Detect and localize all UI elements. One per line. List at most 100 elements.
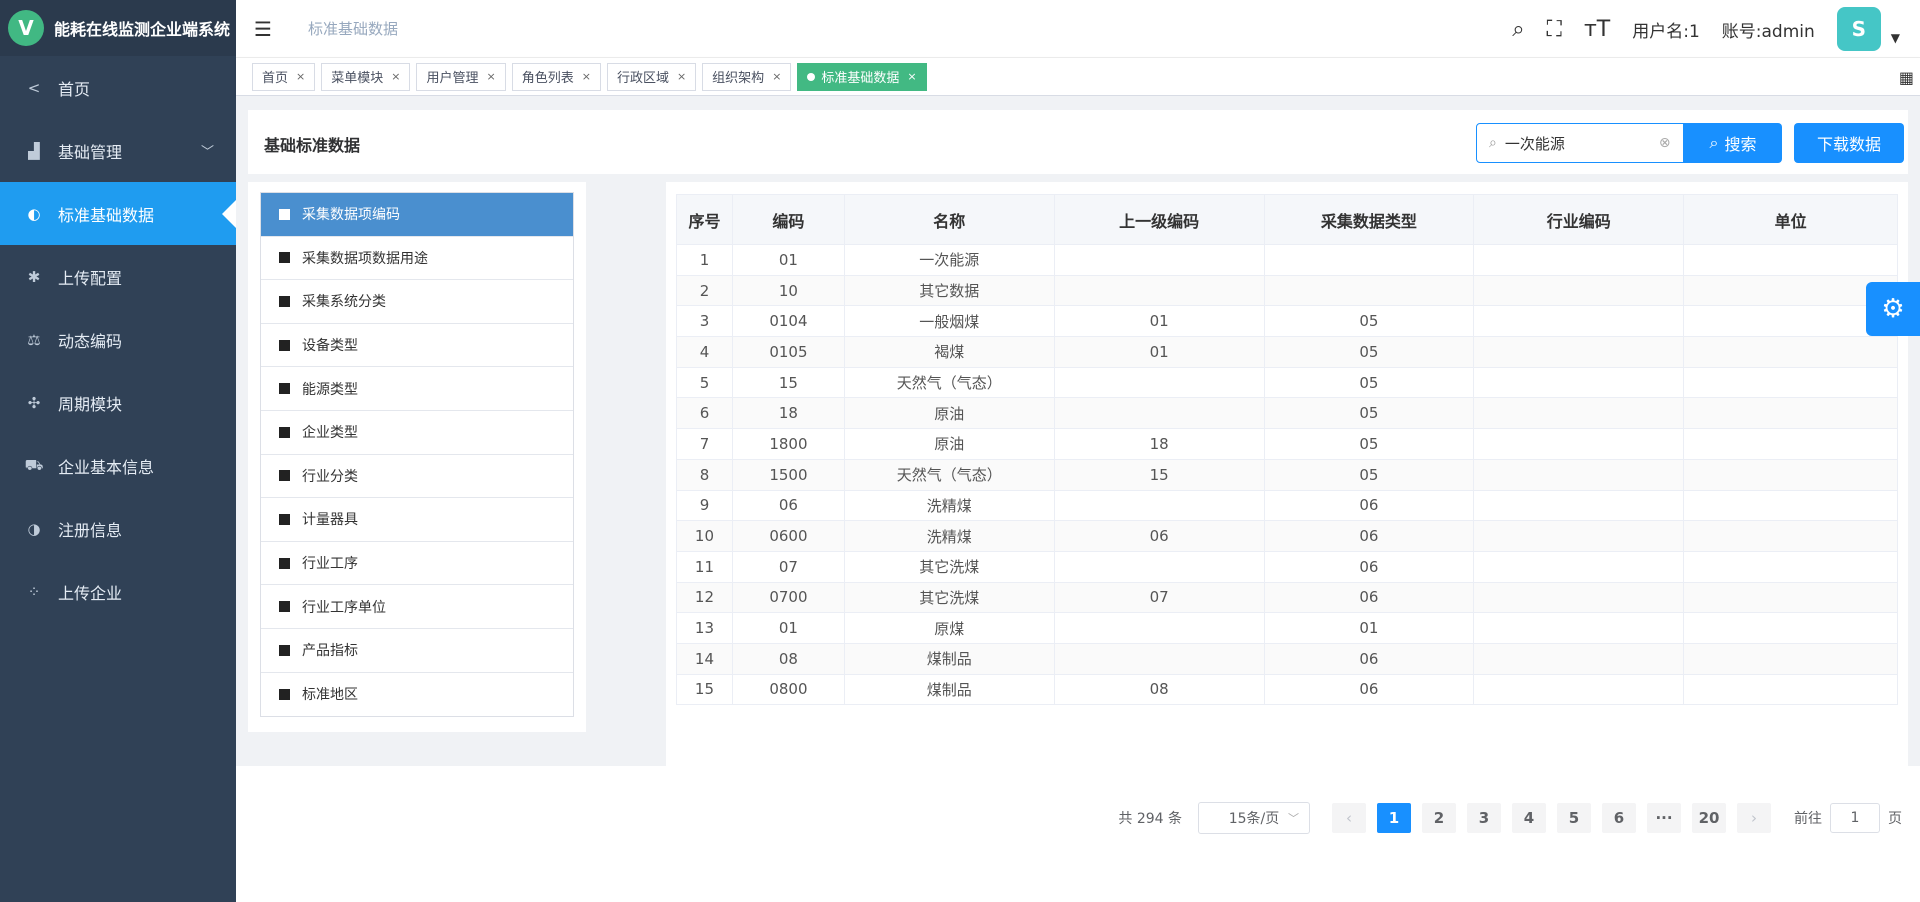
search-box[interactable]: ⌕ ⊗: [1476, 123, 1684, 163]
table-cell: [1683, 458, 1898, 491]
sidebar-item-registration[interactable]: ◑ 注册信息: [0, 497, 236, 560]
table-cell: [1473, 642, 1685, 675]
hamburger-icon[interactable]: ☰: [254, 17, 278, 41]
table-cell: 01: [731, 612, 845, 644]
grid-icon[interactable]: ▦: [1899, 68, 1914, 87]
table-cell: [1473, 305, 1685, 338]
category-item[interactable]: 产品指标: [261, 629, 573, 673]
column-header[interactable]: 序号: [676, 194, 733, 245]
tag-user-management[interactable]: 用户管理 ×: [416, 62, 506, 91]
tag-role-list[interactable]: 角色列表 ×: [511, 62, 601, 91]
category-item[interactable]: 标准地区: [261, 673, 573, 717]
table-cell: 06: [1263, 642, 1475, 675]
table-row[interactable]: 15 0800 煤制品 08 06: [676, 673, 1898, 706]
table-row[interactable]: 7 1800 原油 18 05: [676, 428, 1898, 460]
category-item[interactable]: 采集数据项数据用途: [261, 237, 573, 281]
table-row[interactable]: 1 01 一次能源: [676, 244, 1898, 276]
column-header[interactable]: 采集数据类型: [1263, 194, 1475, 245]
font-size-icon[interactable]: ᴛT: [1584, 17, 1610, 42]
table-cell: [1263, 274, 1475, 307]
page-button[interactable]: ···: [1647, 803, 1681, 833]
table-cell: 06: [1263, 520, 1475, 552]
table-row[interactable]: 11 07 其它洗煤 06: [676, 550, 1898, 583]
page-size-select[interactable]: 15条/页 ﹀: [1198, 802, 1310, 834]
table-row[interactable]: 4 0105 褐煤 01 05: [676, 336, 1898, 368]
page-button[interactable]: 6: [1602, 803, 1636, 833]
sidebar-item-standard-data[interactable]: ◐ 标准基础数据: [0, 182, 236, 245]
category-item[interactable]: 行业工序: [261, 542, 573, 586]
chart-area-icon: ▟: [28, 141, 40, 160]
tag-menu-module[interactable]: 菜单模块 ×: [321, 62, 411, 91]
download-button[interactable]: 下载数据: [1794, 123, 1904, 163]
search-button[interactable]: ⌕ 搜索: [1684, 123, 1782, 163]
search-icon: ⌕: [1709, 133, 1719, 152]
sidebar-item-label: 企业基本信息: [58, 457, 155, 477]
close-icon[interactable]: ×: [772, 70, 781, 83]
sidebar-item-dynamic-code[interactable]: ⚖ 动态编码: [0, 308, 236, 371]
table-cell: [1053, 612, 1265, 644]
column-header[interactable]: 行业编码: [1473, 194, 1685, 245]
page-button[interactable]: 5: [1557, 803, 1591, 833]
tag-org-structure[interactable]: 组织架构 ×: [702, 62, 792, 91]
logo[interactable]: V 能耗在线监测企业端系统: [0, 0, 236, 56]
table-row[interactable]: 3 0104 一般烟煤 01 05: [676, 305, 1898, 338]
table-row[interactable]: 8 1500 天然气（气态） 15 05: [676, 458, 1898, 491]
page-button[interactable]: 20: [1692, 803, 1726, 833]
prev-page-button[interactable]: ‹: [1332, 803, 1366, 833]
table-row[interactable]: 5 15 天然气（气态） 05: [676, 366, 1898, 399]
category-item[interactable]: 企业类型: [261, 411, 573, 455]
table-row[interactable]: 12 0700 其它洗煤 07 06: [676, 581, 1898, 614]
column-header[interactable]: 单位: [1683, 194, 1898, 245]
category-item[interactable]: 行业工序单位: [261, 585, 573, 629]
table-row[interactable]: 13 01 原煤 01: [676, 612, 1898, 644]
search-input[interactable]: [1504, 134, 1655, 152]
goto-input[interactable]: [1830, 803, 1880, 833]
tag-standard-data[interactable]: 标准基础数据 ×: [797, 62, 927, 91]
settings-gear-icon[interactable]: ⚙: [1866, 282, 1920, 336]
avatar[interactable]: S: [1836, 7, 1881, 51]
page-button[interactable]: 3: [1467, 803, 1501, 833]
close-icon[interactable]: ×: [486, 70, 495, 83]
close-icon[interactable]: ×: [677, 70, 686, 83]
sidebar-item-period-module[interactable]: ✣ 周期模块: [0, 371, 236, 434]
next-page-button[interactable]: ›: [1737, 803, 1771, 833]
category-item[interactable]: 能源类型: [261, 367, 573, 411]
category-item[interactable]: 计量器具: [261, 498, 573, 542]
table-row[interactable]: 2 10 其它数据: [676, 274, 1898, 307]
category-item[interactable]: 设备类型: [261, 324, 573, 368]
category-item[interactable]: 行业分类: [261, 455, 573, 499]
table-row[interactable]: 9 06 洗精煤 06: [676, 489, 1898, 522]
tag-home[interactable]: 首页 ×: [252, 62, 316, 91]
table-cell: 08: [1053, 673, 1265, 706]
caret-down-icon[interactable]: ▼: [1891, 31, 1900, 45]
active-dot-icon: [807, 72, 816, 81]
table-row[interactable]: 14 08 煤制品 06: [676, 642, 1898, 675]
column-header[interactable]: 名称: [843, 194, 1055, 245]
sidebar-item-home[interactable]: < 首页: [0, 56, 236, 119]
category-item[interactable]: 采集系统分类: [261, 280, 573, 324]
sidebar-item-basic-management[interactable]: ▟ 基础管理 ﹀: [0, 119, 236, 182]
close-icon[interactable]: ×: [296, 70, 305, 83]
column-header[interactable]: 编码: [731, 194, 845, 245]
clear-icon[interactable]: ⊗: [1659, 135, 1671, 151]
page-button[interactable]: 2: [1422, 803, 1456, 833]
sidebar-item-enterprise-info[interactable]: ⛟ 企业基本信息: [0, 434, 236, 497]
table-cell: [1683, 520, 1898, 552]
close-icon[interactable]: ×: [391, 70, 400, 83]
page-button[interactable]: 1: [1377, 803, 1411, 833]
table-row[interactable]: 6 18 原油 05: [676, 397, 1898, 430]
category-item[interactable]: 采集数据项编码: [261, 193, 573, 237]
tag-admin-region[interactable]: 行政区域 ×: [606, 62, 697, 91]
close-icon[interactable]: ×: [582, 70, 591, 83]
table-cell: [1683, 336, 1898, 368]
sidebar-item-upload-config[interactable]: ✱ 上传配置: [0, 245, 236, 308]
category-list: 采集数据项编码 采集数据项数据用途 采集系统分类 设备类型 能源类型 企业类型 行业分类 计量…: [260, 192, 574, 718]
table-row[interactable]: 10 0600 洗精煤 06 06: [676, 520, 1898, 552]
fullscreen-icon[interactable]: ⛶: [1547, 17, 1562, 42]
sidebar-item-upload-enterprise[interactable]: ⁘ 上传企业: [0, 560, 236, 623]
tag-label: 首页: [262, 71, 289, 86]
close-icon[interactable]: ×: [907, 70, 916, 83]
search-icon[interactable]: ⌕: [1512, 17, 1524, 42]
column-header[interactable]: 上一级编码: [1053, 194, 1265, 245]
page-button[interactable]: 4: [1512, 803, 1546, 833]
